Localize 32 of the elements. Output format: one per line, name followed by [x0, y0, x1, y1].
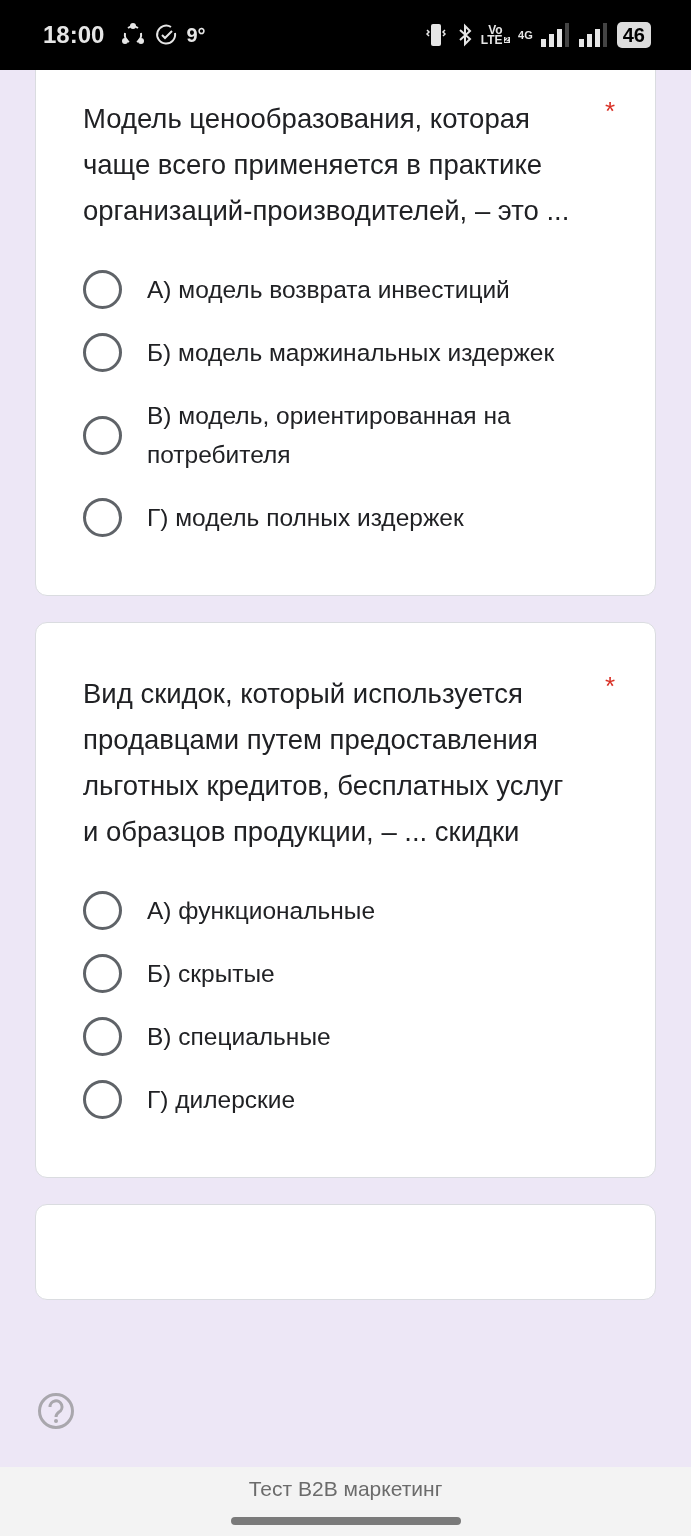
volte-label: Vo [488, 24, 503, 35]
required-mark: * [604, 671, 615, 703]
required-mark: * [604, 96, 615, 128]
radio-button[interactable] [83, 498, 122, 537]
battery-indicator: 46 [616, 22, 651, 48]
radio-button[interactable] [83, 270, 122, 309]
signal-icon [578, 23, 609, 47]
option-label[interactable]: Г) модель полных издержек [147, 498, 464, 537]
sim-slot-badge: 2 [503, 36, 511, 44]
option-label[interactable]: В) специальные [147, 1017, 331, 1056]
question-text: Вид скидок, который используется продавцами путем предоставления льготных кредитов, бесплатных услуг и образцов продукции, – ... скидки [83, 677, 565, 849]
radio-button[interactable] [83, 333, 122, 372]
option-label[interactable]: Б) модель маржинальных издержек [147, 333, 555, 372]
radio-button[interactable] [83, 954, 122, 993]
radio-button[interactable] [83, 415, 122, 455]
radio-button[interactable] [83, 1080, 122, 1119]
radio-button[interactable] [83, 1017, 122, 1056]
option-label[interactable]: В) модель, ориентированная на потребителя [147, 396, 615, 474]
option-label[interactable]: А) модель возврата инвестиций [147, 270, 510, 309]
lte-label: LTE [480, 35, 503, 46]
gesture-bar[interactable] [230, 1516, 461, 1525]
radio-button[interactable] [83, 891, 122, 930]
option-label[interactable]: Б) скрытые [147, 954, 275, 993]
option-label[interactable]: Г) дилерские [147, 1080, 296, 1119]
clock: 18:00 [43, 20, 105, 50]
signal-icon [540, 23, 571, 47]
option-label[interactable]: А) функциональные [147, 891, 375, 930]
data-type-label: 4G [518, 27, 533, 43]
question-text: Модель ценообразования, которая чаще всего применяется в практике организаций-производителей, – это ... [83, 102, 571, 228]
temperature: 9° [186, 23, 206, 48]
check-circle-icon [154, 23, 179, 47]
form-title: Тест B2B маркетинг [248, 1476, 443, 1502]
